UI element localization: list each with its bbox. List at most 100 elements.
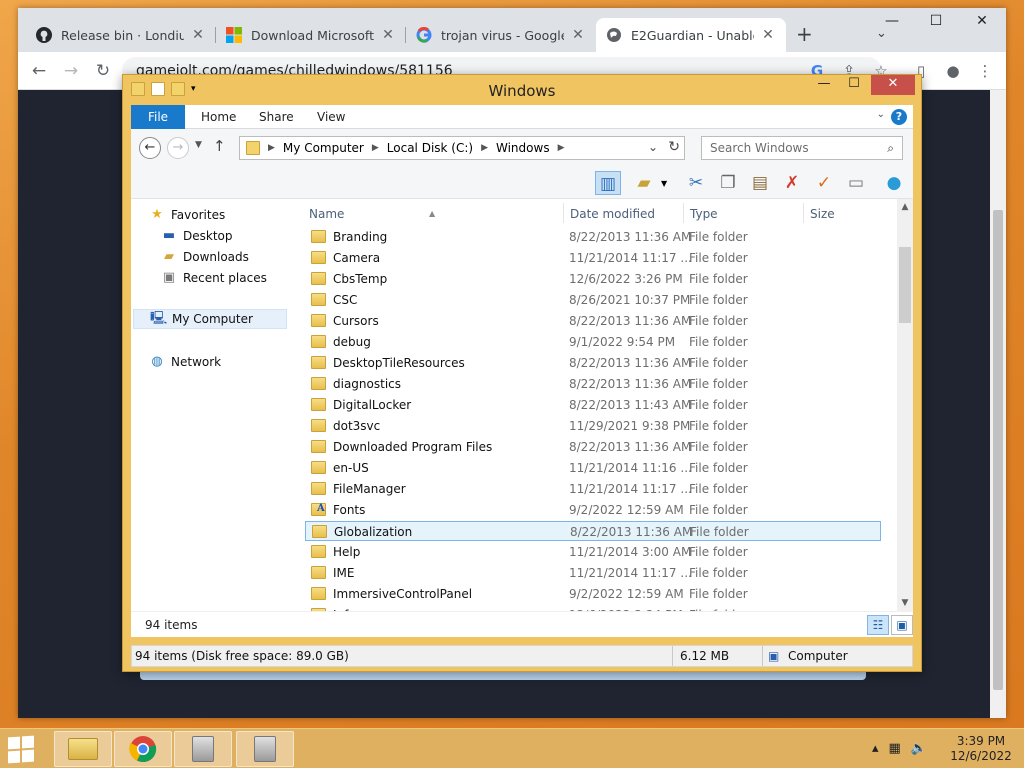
scroll-down-icon[interactable]: ▼ <box>897 595 913 611</box>
chevron-down-icon[interactable]: ⌄ <box>648 140 658 154</box>
breadcrumb-my-computer[interactable]: My Computer <box>283 141 364 155</box>
table-row[interactable]: DigitalLocker 8/22/2013 11:43 AM File fold… <box>305 395 881 415</box>
table-row[interactable]: diagnostics 8/22/2013 11:36 AM File folder <box>305 374 881 394</box>
column-header-date[interactable]: Date modified <box>566 203 684 225</box>
copy-icon[interactable]: ❐ <box>715 171 741 195</box>
nav-favorites[interactable]: ★ Favorites <box>149 205 225 225</box>
file-name: FileManager <box>333 482 406 496</box>
file-list-scrollbar[interactable]: ▲ ▼ <box>897 199 913 611</box>
recent-locations-icon[interactable]: ▼ <box>195 140 202 150</box>
reload-icon[interactable]: ↻ <box>92 60 114 82</box>
close-tab-icon[interactable]: ✕ <box>190 27 206 43</box>
windows-start-icon[interactable] <box>6 735 36 764</box>
table-row[interactable]: Fonts 9/2/2022 12:59 AM File folder <box>305 500 881 520</box>
table-row[interactable]: Camera 11/21/2014 11:17 ... File folder <box>305 248 881 268</box>
tab-e2guardian[interactable]: E2Guardian - Unable to ✕ <box>596 18 786 52</box>
large-icons-view-icon[interactable]: ▣ <box>891 615 913 635</box>
explorer-titlebar[interactable]: ▾ Windows — ☐ ✕ <box>123 75 921 105</box>
ribbon-tab-share[interactable]: Share <box>259 105 294 129</box>
maximize-icon[interactable]: ☐ <box>914 8 958 36</box>
table-row[interactable]: Cursors 8/22/2013 11:36 AM File folder <box>305 311 881 331</box>
file-explorer-taskbar-icon[interactable] <box>54 731 112 767</box>
breadcrumb-local-disk[interactable]: Local Disk (C:) <box>387 141 473 155</box>
table-row[interactable]: CbsTemp 12/6/2022 3:26 PM File folder <box>305 269 881 289</box>
app-taskbar-icon[interactable] <box>174 731 232 767</box>
details-view-icon[interactable]: ☷ <box>867 615 889 635</box>
column-header-name[interactable]: Name ▲ <box>305 203 563 225</box>
forward-arrow-icon[interactable]: → <box>60 60 82 82</box>
table-row[interactable]: debug 9/1/2022 9:54 PM File folder <box>305 332 881 352</box>
network-tray-icon[interactable]: ▦ <box>889 741 901 756</box>
nav-recent-places[interactable]: ▣ Recent places <box>161 268 267 288</box>
table-row[interactable]: FileManager 11/21/2014 11:17 ... File fold… <box>305 479 881 499</box>
tab-microsoft[interactable]: Download Microsoft .N ✕ <box>216 18 406 52</box>
item-count: 94 items <box>145 618 198 632</box>
nav-downloads[interactable]: ▰ Downloads <box>161 247 249 267</box>
folder-icon <box>311 503 326 516</box>
chevron-down-icon[interactable]: ▼ <box>661 179 667 188</box>
page-scrollbar[interactable] <box>990 90 1006 718</box>
search-input[interactable]: Search Windows ⌕ <box>701 136 903 160</box>
new-tab-icon[interactable]: + <box>796 24 813 44</box>
close-tab-icon[interactable]: ✕ <box>760 27 776 43</box>
app-taskbar-icon-2[interactable] <box>236 731 294 767</box>
table-row[interactable]: Downloaded Program Files 8/22/2013 11:36 … <box>305 437 881 457</box>
chevron-up-icon[interactable]: ▴ <box>872 741 879 756</box>
rename-icon[interactable]: ▭ <box>843 171 869 195</box>
close-icon[interactable]: ✕ <box>871 75 915 95</box>
maximize-icon[interactable]: ☐ <box>839 75 869 95</box>
help-icon[interactable]: ? <box>891 109 907 125</box>
table-row[interactable]: Help 11/21/2014 3:00 AM File folder <box>305 542 881 562</box>
cut-icon[interactable]: ✂ <box>683 171 709 195</box>
breadcrumb-windows[interactable]: Windows <box>496 141 550 155</box>
close-tab-icon[interactable]: ✕ <box>380 27 396 43</box>
nav-network[interactable]: ◍ Network <box>149 352 221 372</box>
refresh-icon[interactable]: ↻ <box>668 139 680 155</box>
table-row[interactable]: ImmersiveControlPanel 9/2/2022 12:59 AM Fi… <box>305 584 881 604</box>
column-header-size[interactable]: Size <box>806 203 880 225</box>
table-row[interactable]: Globalization 8/22/2013 11:36 AM File fold… <box>305 521 881 541</box>
ribbon-tab-home[interactable]: Home <box>201 105 236 129</box>
breadcrumb[interactable]: ▶ My Computer ▶ Local Disk (C:) ▶ Window… <box>239 136 685 160</box>
chrome-taskbar-icon[interactable] <box>114 731 172 767</box>
checkmark-icon[interactable]: ✓ <box>811 171 837 195</box>
scroll-up-icon[interactable]: ▲ <box>897 199 913 215</box>
clock[interactable]: 3:39 PM 12/6/2022 <box>946 734 1016 764</box>
table-row[interactable]: dot3svc 11/29/2021 9:38 PM File folder <box>305 416 881 436</box>
paste-icon[interactable]: ▤ <box>747 171 773 195</box>
column-header-type[interactable]: Type <box>686 203 804 225</box>
close-tab-icon[interactable]: ✕ <box>570 27 586 43</box>
ribbon-tab-file[interactable]: File <box>131 105 185 129</box>
ribbon-tab-view[interactable]: View <box>317 105 345 129</box>
up-arrow-icon[interactable]: ↑ <box>213 137 226 155</box>
tab-github[interactable]: Release bin · Londiuh/S ✕ <box>26 18 216 52</box>
menu-dots-icon[interactable]: ⋮ <box>974 61 996 81</box>
chevron-down-icon[interactable]: ⌄ <box>877 109 885 120</box>
table-row[interactable]: CSC 8/26/2021 10:37 PM File folder <box>305 290 881 310</box>
minimize-icon[interactable]: — <box>870 8 914 36</box>
properties-folder-icon[interactable]: ▰ <box>631 171 657 195</box>
volume-icon[interactable]: 🔈 <box>911 741 927 756</box>
status-bar: 94 items (Disk free space: 89.0 GB) 6.12… <box>131 645 913 667</box>
file-date: 12/6/2022 3:26 PM <box>569 272 683 286</box>
table-row[interactable]: Branding 8/22/2013 11:36 AM File folder <box>305 227 881 247</box>
back-arrow-icon[interactable]: ← <box>139 137 161 159</box>
preview-pane-icon[interactable]: ▥ <box>595 171 621 195</box>
minimize-icon[interactable]: — <box>809 75 839 95</box>
tab-google[interactable]: trojan virus - Google Se ✕ <box>406 18 596 52</box>
scroll-thumb[interactable] <box>899 247 911 323</box>
table-row[interactable]: IME 11/21/2014 11:17 ... File folder <box>305 563 881 583</box>
forward-arrow-icon[interactable]: → <box>167 137 189 159</box>
table-row[interactable]: DesktopTileResources 8/22/2013 11:36 AM Fi… <box>305 353 881 373</box>
globe-icon[interactable]: ● <box>881 171 907 195</box>
status-summary: 94 items (Disk free space: 89.0 GB) <box>135 649 349 663</box>
profile-avatar-icon[interactable]: ● <box>942 61 964 81</box>
nav-desktop[interactable]: ▬ Desktop <box>161 226 233 246</box>
file-date: 8/22/2013 11:36 AM <box>569 440 692 454</box>
close-icon[interactable]: ✕ <box>960 8 1004 36</box>
table-row[interactable]: en-US 11/21/2014 11:16 ... File folder <box>305 458 881 478</box>
back-arrow-icon[interactable]: ← <box>28 60 50 82</box>
nav-my-computer[interactable]: 🖳 My Computer <box>133 309 287 329</box>
file-type: File folder <box>689 272 748 286</box>
delete-icon[interactable]: ✗ <box>779 171 805 195</box>
